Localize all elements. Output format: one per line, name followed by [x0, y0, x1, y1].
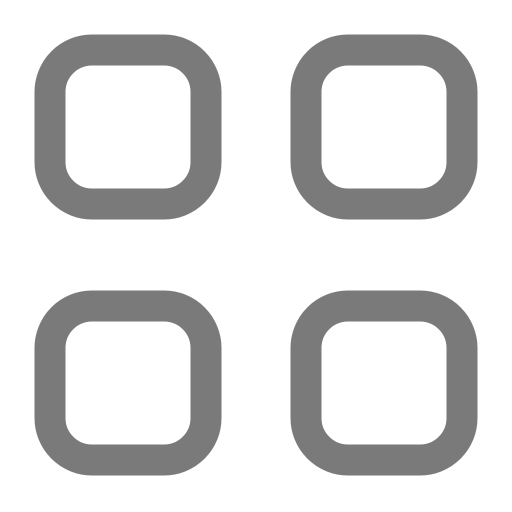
grid-tile-bottom-left: [34, 290, 222, 476]
icon-canvas: [0, 0, 512, 512]
grid-tile-bottom-right: [290, 290, 478, 476]
grid-tile-top-left: [34, 34, 222, 220]
apps-grid-icon[interactable]: [0, 0, 512, 512]
grid-tile-top-right: [290, 34, 478, 220]
